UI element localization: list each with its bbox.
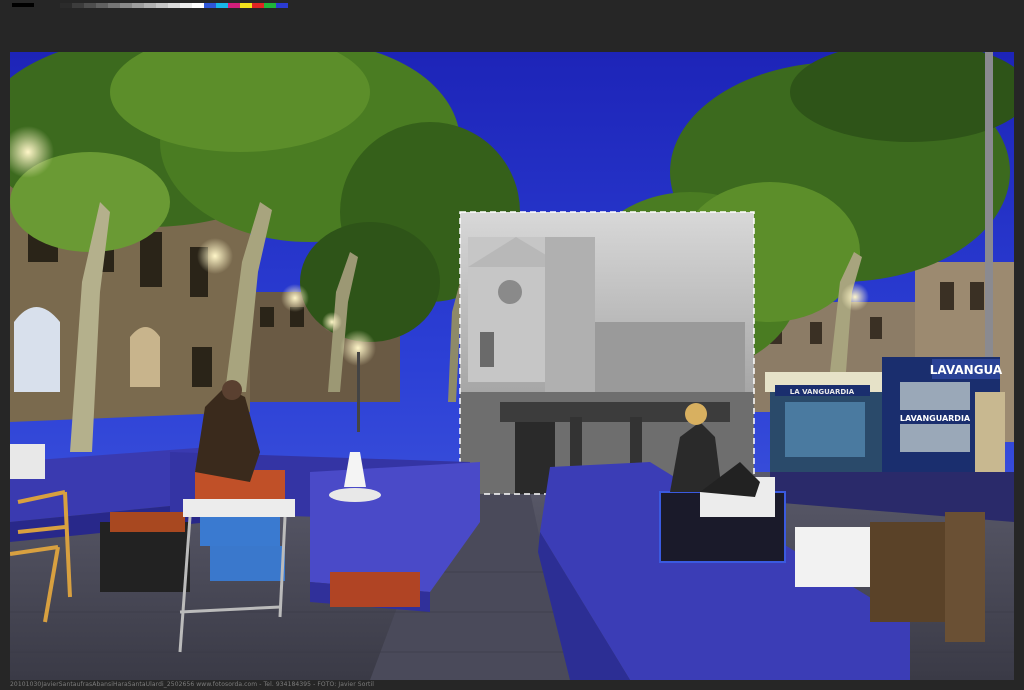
- color-swatch: [144, 3, 156, 8]
- color-swatch: [72, 3, 84, 8]
- kiosk-window-sign: LAVANGUARDIA: [900, 414, 971, 423]
- photo: LAVANGUA LAVANGUARDIA LA VANGUARDIA: [10, 52, 1014, 680]
- color-swatch: [204, 3, 216, 8]
- color-swatch: [228, 3, 240, 8]
- color-swatch: [168, 3, 180, 8]
- color-swatch: [84, 3, 96, 8]
- color-swatch: [252, 3, 264, 8]
- color-swatch: [108, 3, 120, 8]
- color-swatch: [180, 3, 192, 8]
- color-swatch: [192, 3, 204, 8]
- color-swatch: [96, 3, 108, 8]
- kiosk-banner-sign: LA VANGUARDIA: [790, 388, 855, 396]
- color-swatch: [132, 3, 144, 8]
- right-margin: [1014, 52, 1024, 690]
- color-calibration-strip: [60, 3, 288, 8]
- color-swatch: [216, 3, 228, 8]
- top-toolbar: [0, 0, 1024, 52]
- color-swatch: [240, 3, 252, 8]
- kiosk-awning-sign: LAVANGUA: [930, 363, 1003, 377]
- color-swatch: [60, 3, 72, 8]
- color-swatch: [120, 3, 132, 8]
- color-swatch: [264, 3, 276, 8]
- toolbar-marker: [12, 3, 34, 7]
- newsstand: LAVANGUA LAVANGUARDIA LA VANGUARDIA: [765, 357, 1005, 472]
- color-swatch: [276, 3, 288, 8]
- color-swatch: [156, 3, 168, 8]
- photo-caption: 20101030JavierSantaufrasAbansiHaraSantaU…: [10, 681, 375, 688]
- photo-frame: LAVANGUA LAVANGUARDIA LA VANGUARDIA: [10, 52, 1014, 680]
